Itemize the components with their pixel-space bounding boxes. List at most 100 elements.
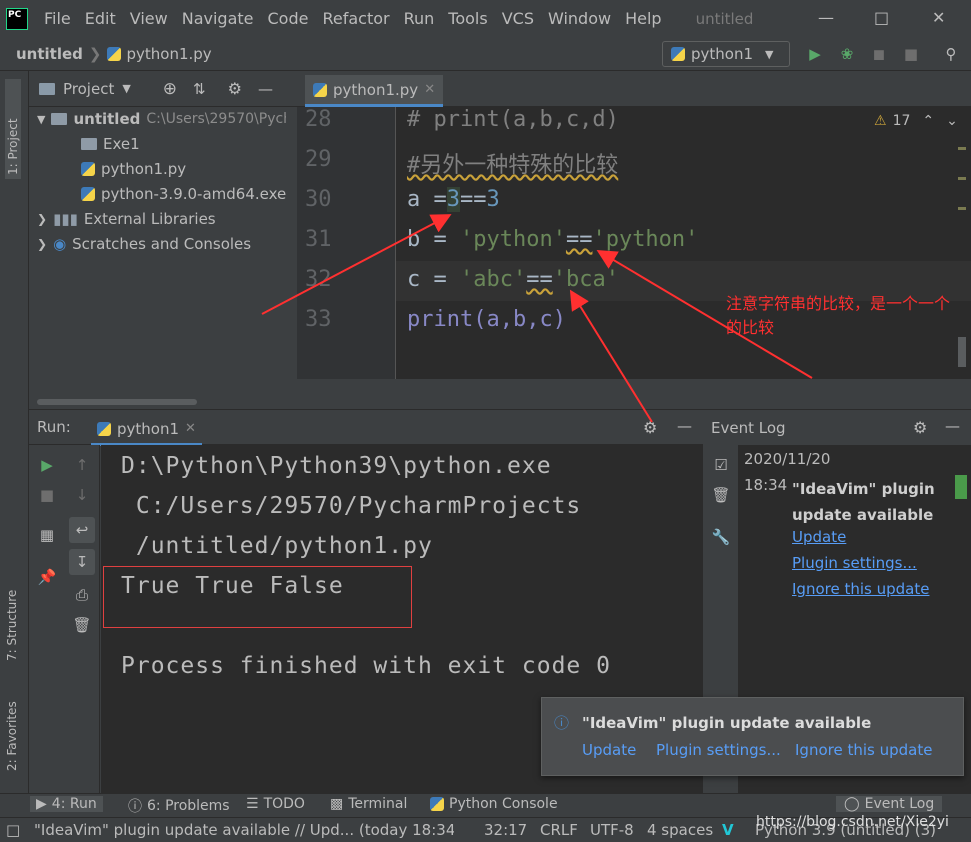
trash-icon[interactable]: 🗑: [711, 485, 731, 505]
tree-item-installer[interactable]: python-3.9.0-amd64.exe: [81, 182, 286, 206]
menu-vcs[interactable]: VCS: [502, 9, 534, 28]
menu-edit[interactable]: Edit: [85, 9, 116, 28]
menu-code[interactable]: Code: [268, 9, 309, 28]
run-icon[interactable]: ▶: [806, 45, 824, 63]
menu-file[interactable]: File: [44, 9, 71, 28]
breadcrumb-file[interactable]: python1.py: [126, 45, 211, 63]
line-number: 29: [305, 147, 332, 172]
project-panel-title[interactable]: Project: [63, 80, 114, 98]
arrow-up-icon[interactable]: ↑: [72, 455, 92, 475]
menu-tools[interactable]: Tools: [448, 9, 487, 28]
menu-window[interactable]: Window: [548, 9, 611, 28]
soft-wrap-icon[interactable]: ↩: [69, 517, 95, 543]
breadcrumb-project[interactable]: untitled: [16, 45, 83, 63]
tree-scratches[interactable]: ❯ ◉ Scratches and Consoles: [37, 232, 251, 256]
hide-panel-icon[interactable]: —: [945, 417, 960, 435]
menu-run[interactable]: Run: [404, 9, 435, 28]
event-log-header: Event Log ⚙ —: [703, 409, 971, 445]
close-tab-icon[interactable]: ✕: [185, 421, 196, 436]
tab-project[interactable]: 1: Project: [5, 79, 21, 179]
close-tab-icon[interactable]: ✕: [424, 82, 435, 97]
line-number: 33: [305, 307, 332, 332]
status-indent[interactable]: 4 spaces: [647, 821, 713, 839]
run-config-select[interactable]: python1 ▼: [662, 41, 790, 67]
print-icon[interactable]: ⎙: [72, 585, 92, 605]
hide-panel-icon[interactable]: —: [677, 417, 692, 435]
event-log-icon: ◯: [844, 796, 860, 812]
minimize-icon[interactable]: —: [818, 8, 834, 27]
line-number: 32: [305, 267, 332, 292]
tab-favorites[interactable]: 2: Favorites: [5, 681, 19, 771]
status-line-separator[interactable]: CRLF: [540, 821, 578, 839]
window-title: untitled: [695, 9, 754, 28]
gear-icon[interactable]: ⚙: [228, 79, 242, 98]
status-encoding[interactable]: UTF-8: [590, 821, 634, 839]
inspection-widget[interactable]: ⚠ 17 ⌃ ⌄: [874, 113, 958, 129]
stop-icon[interactable]: ■: [902, 45, 920, 63]
pin-icon[interactable]: 📌: [37, 567, 57, 587]
chevron-down-icon[interactable]: ▼: [122, 82, 130, 95]
editor-tab-python1[interactable]: python1.py ✕: [305, 75, 444, 107]
menu-view[interactable]: View: [130, 9, 168, 28]
code-line-32: c = 'abc'=='bca': [407, 267, 619, 292]
gear-icon[interactable]: ⚙: [643, 418, 657, 437]
rerun-icon[interactable]: ▶: [37, 455, 57, 475]
status-message[interactable]: "IdeaVim" plugin update available // Upd…: [34, 821, 454, 839]
status-notification-icon[interactable]: □: [6, 821, 26, 839]
python-icon: [97, 421, 111, 436]
tree-root-label: untitled: [73, 110, 141, 128]
tree-item-label: Exe1: [103, 135, 140, 153]
horizontal-scrollbar[interactable]: [37, 399, 197, 405]
gear-icon[interactable]: ⚙: [913, 418, 927, 437]
tab-terminal[interactable]: ▩ Terminal: [330, 796, 407, 812]
search-icon[interactable]: ⚲: [942, 45, 960, 63]
editor-gutter: 28 29 30 31 32 33: [297, 107, 395, 379]
stop-icon[interactable]: ■: [37, 485, 57, 505]
mark-read-icon[interactable]: ☑: [711, 455, 731, 475]
python-icon: [430, 797, 444, 811]
tab-todo[interactable]: ☰ TODO: [246, 796, 305, 812]
locate-target-icon[interactable]: ⊕: [163, 79, 177, 99]
tab-label: 4: Run: [51, 796, 97, 812]
close-icon[interactable]: ✕: [932, 8, 945, 27]
coverage-icon[interactable]: ◼: [870, 45, 888, 63]
run-tab-python1[interactable]: python1 ✕: [91, 414, 202, 446]
menu-refactor[interactable]: Refactor: [322, 9, 389, 28]
wrench-icon[interactable]: 🔧: [711, 527, 731, 547]
tab-structure[interactable]: 7: Structure: [5, 561, 19, 661]
event-plugin-settings-link[interactable]: Plugin settings...: [792, 554, 917, 572]
tree-item-python1[interactable]: python1.py: [81, 157, 186, 181]
trash-icon[interactable]: 🗑: [72, 615, 92, 635]
notification-ignore-link[interactable]: Ignore this update: [795, 741, 932, 759]
chevron-up-icon[interactable]: ⌃: [922, 113, 934, 129]
event-update-link[interactable]: Update: [792, 528, 846, 546]
arrow-down-icon[interactable]: ↓: [72, 485, 92, 505]
layout-icon[interactable]: ▦: [37, 525, 57, 545]
tree-external-libraries[interactable]: ❯ ▮▮▮ External Libraries: [37, 207, 216, 231]
code-string: 'abc': [459, 267, 527, 292]
hide-panel-icon[interactable]: —: [258, 80, 273, 98]
tab-label: TODO: [263, 796, 305, 812]
editor-scrollbar[interactable]: [956, 137, 966, 377]
scroll-to-end-icon[interactable]: ↧: [69, 549, 95, 575]
tab-python-console[interactable]: Python Console: [430, 796, 558, 812]
debug-bug-icon[interactable]: ❀: [838, 45, 856, 63]
tree-root-untitled[interactable]: ▼ untitled C:\Users\29570\PycharmProject…: [37, 107, 286, 131]
terminal-icon: ▩: [330, 796, 344, 812]
status-caret-position[interactable]: 32:17: [484, 821, 527, 839]
vim-icon[interactable]: V: [722, 821, 734, 839]
tab-event-log[interactable]: ◯ Event Log: [836, 796, 943, 812]
collapse-all-icon[interactable]: ⇅: [193, 80, 206, 98]
notification-balloon[interactable]: ⓘ "IdeaVim" plugin update available Upda…: [541, 697, 964, 776]
run-panel-header: Run: python1 ✕ ⚙ —: [29, 409, 703, 446]
tab-run[interactable]: ▶ 4: Run: [30, 796, 103, 812]
tab-problems[interactable]: ⓘ 6: Problems: [128, 796, 230, 816]
maximize-icon[interactable]: □: [874, 8, 889, 27]
chevron-down-icon[interactable]: ⌄: [946, 113, 958, 129]
event-ignore-link[interactable]: Ignore this update: [792, 580, 929, 598]
menu-help[interactable]: Help: [625, 9, 661, 28]
notification-update-link[interactable]: Update: [582, 741, 636, 759]
tree-item-exe1[interactable]: Exe1: [81, 132, 140, 156]
notification-settings-link[interactable]: Plugin settings...: [656, 741, 781, 759]
menu-navigate[interactable]: Navigate: [182, 9, 254, 28]
